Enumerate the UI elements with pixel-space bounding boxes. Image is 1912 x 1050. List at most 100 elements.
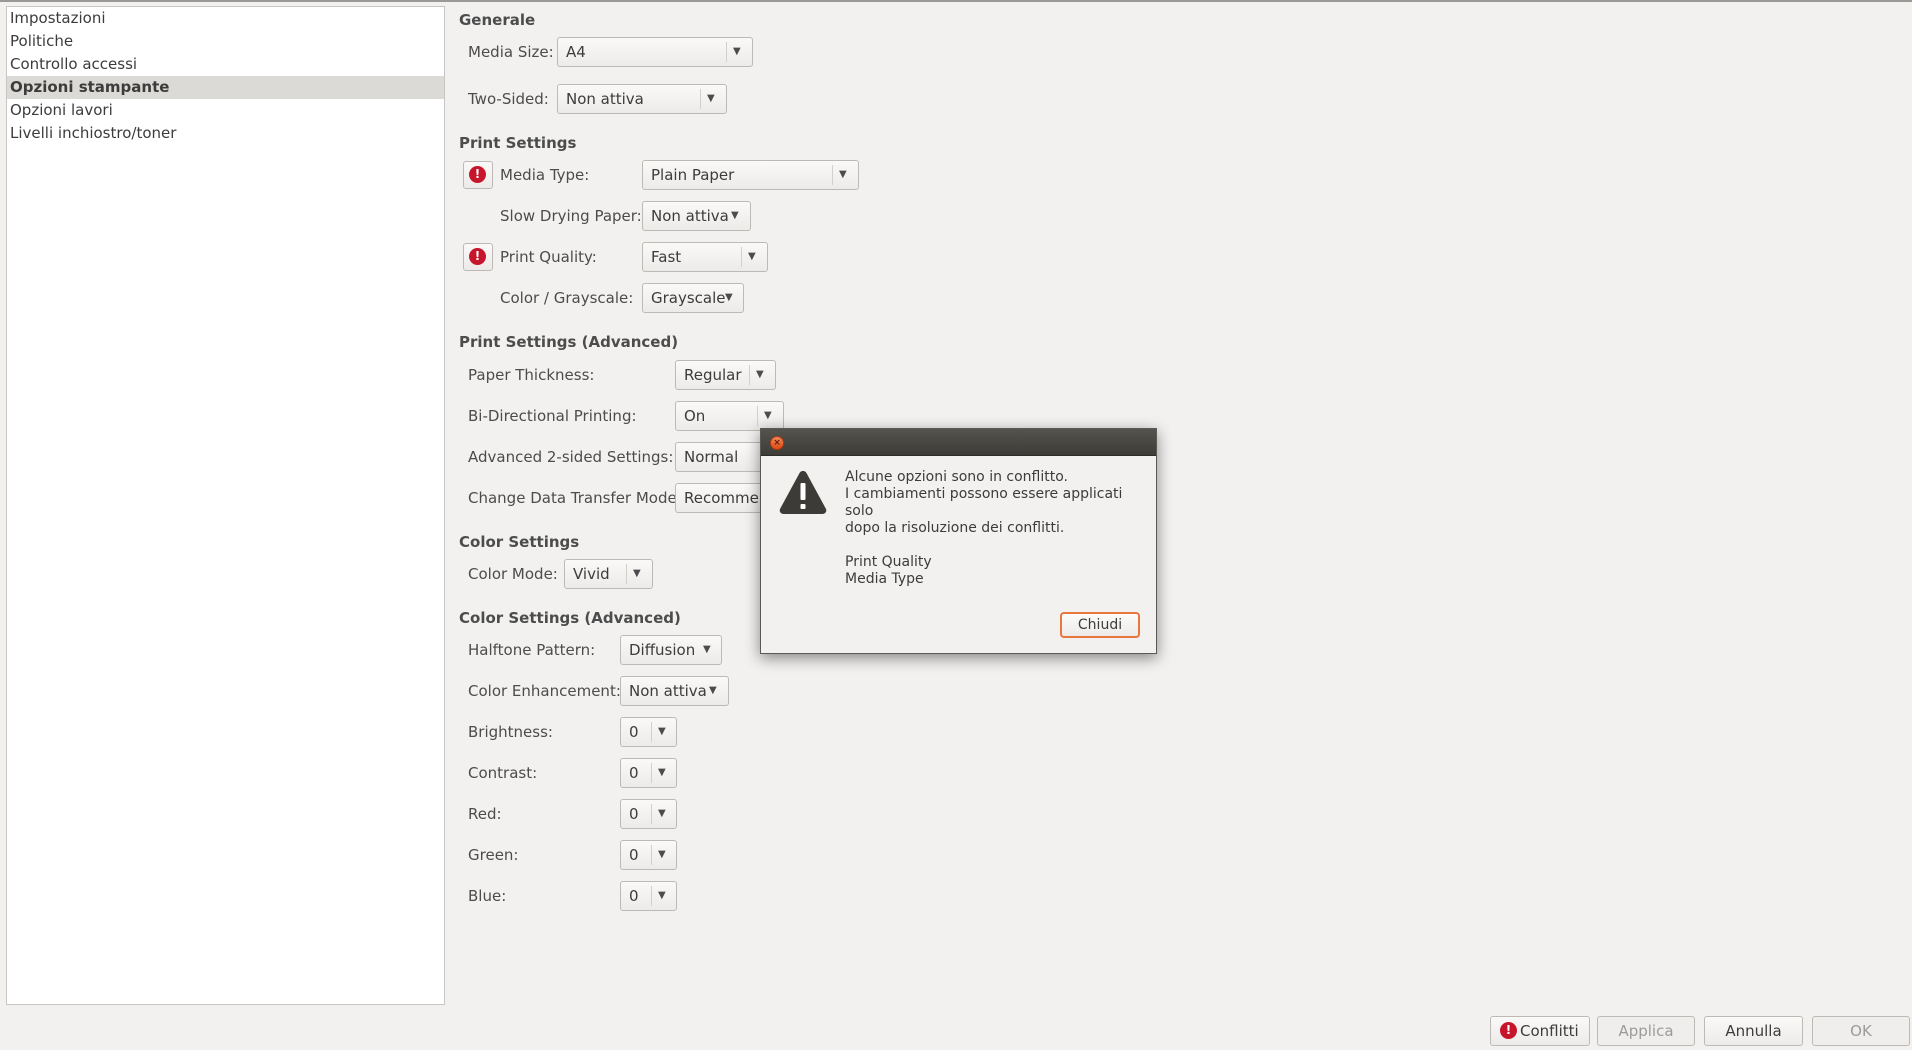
ok-button[interactable]: OK: [1812, 1016, 1910, 1046]
green-label: Green:: [468, 846, 519, 864]
chevron-down-icon: ▼: [748, 251, 756, 262]
combo-separator: [651, 886, 652, 906]
sidebar-item-controllo-accessi[interactable]: Controllo accessi: [7, 53, 444, 76]
red-combo[interactable]: 0 ▼: [620, 799, 677, 829]
dialog-conflict-media-type: Media Type: [845, 571, 924, 587]
color-grayscale-combo[interactable]: Grayscale ▼: [642, 283, 744, 313]
contrast-value: 0: [629, 764, 639, 782]
window-top-border: [0, 0, 1912, 2]
chevron-down-icon: ▼: [764, 410, 772, 421]
print-quality-label: Print Quality:: [500, 248, 597, 266]
blue-label: Blue:: [468, 887, 507, 905]
chevron-down-icon: ▼: [756, 369, 764, 380]
media-size-label: Media Size:: [468, 43, 554, 61]
data-transfer-combo[interactable]: Recommen: [675, 483, 770, 513]
dialog-message: Alcune opzioni sono in conflitto. I camb…: [845, 469, 1150, 588]
chevron-down-icon: ▼: [839, 169, 847, 180]
section-print-settings-title: Print Settings: [459, 134, 577, 152]
brightness-label: Brightness:: [468, 723, 553, 741]
chevron-down-icon: ▼: [731, 210, 739, 221]
halftone-label: Halftone Pattern:: [468, 641, 596, 659]
section-print-advanced-title: Print Settings (Advanced): [459, 333, 679, 351]
chevron-down-icon: ▼: [709, 685, 717, 696]
halftone-combo[interactable]: Diffusion ▼: [620, 635, 722, 665]
conflicts-button[interactable]: ! Conflitti: [1490, 1016, 1590, 1046]
color-mode-label: Color Mode:: [468, 565, 558, 583]
chevron-down-icon: ▼: [658, 767, 666, 778]
adv-2sided-combo[interactable]: Normal: [675, 442, 770, 472]
blue-combo[interactable]: 0 ▼: [620, 881, 677, 911]
paper-thickness-label: Paper Thickness:: [468, 366, 595, 384]
sidebar-item-politiche[interactable]: Politiche: [7, 30, 444, 53]
bidirectional-combo[interactable]: On ▼: [675, 401, 784, 431]
combo-separator: [651, 763, 652, 783]
chevron-down-icon: ▼: [658, 726, 666, 737]
media-type-combo[interactable]: Plain Paper ▼: [642, 160, 859, 190]
media-type-conflict-button[interactable]: !: [463, 161, 493, 189]
two-sided-value: Non attiva: [566, 90, 644, 108]
combo-separator: [626, 564, 627, 584]
paper-thickness-combo[interactable]: Regular ▼: [675, 360, 776, 390]
combo-separator: [749, 365, 750, 385]
combo-separator: [726, 42, 727, 62]
dialog-message-line3: dopo la risoluzione dei conflitti.: [845, 520, 1065, 536]
media-size-value: A4: [566, 43, 586, 61]
enhancement-combo[interactable]: Non attiva ▼: [620, 676, 729, 706]
enhancement-label: Color Enhancement:: [468, 682, 621, 700]
chevron-down-icon: ▼: [658, 808, 666, 819]
chevron-down-icon: ▼: [658, 890, 666, 901]
chevron-down-icon: ▼: [658, 849, 666, 860]
combo-separator: [700, 89, 701, 109]
data-transfer-value: Recommen: [684, 489, 769, 507]
combo-separator: [832, 165, 833, 185]
color-mode-combo[interactable]: Vivid ▼: [564, 559, 653, 589]
dialog-message-line1: Alcune opzioni sono in conflitto.: [845, 469, 1068, 485]
dialog-conflict-print-quality: Print Quality: [845, 554, 932, 570]
close-button[interactable]: Chiudi: [1060, 612, 1140, 638]
dialog-titlebar[interactable]: ×: [761, 429, 1156, 456]
media-type-value: Plain Paper: [651, 166, 735, 184]
conflict-dialog: × Alcune opzioni sono in conflitto. I ca…: [760, 428, 1157, 654]
brightness-combo[interactable]: 0 ▼: [620, 717, 677, 747]
close-icon[interactable]: ×: [770, 436, 784, 450]
exclamation-icon: !: [469, 248, 486, 265]
combo-separator: [741, 247, 742, 267]
print-quality-conflict-button[interactable]: !: [463, 243, 493, 271]
color-grayscale-value: Grayscale: [651, 289, 726, 307]
print-quality-combo[interactable]: Fast ▼: [642, 242, 768, 272]
print-quality-value: Fast: [651, 248, 682, 266]
sidebar: Impostazioni Politiche Controllo accessi…: [6, 6, 445, 1005]
brightness-value: 0: [629, 723, 639, 741]
exclamation-icon: !: [1500, 1022, 1517, 1039]
bidirectional-value: On: [684, 407, 706, 425]
green-combo[interactable]: 0 ▼: [620, 840, 677, 870]
warning-triangle-icon: [778, 469, 828, 519]
conflicts-button-label: Conflitti: [1520, 1022, 1579, 1040]
apply-button[interactable]: Applica: [1597, 1016, 1695, 1046]
exclamation-icon: !: [469, 166, 486, 183]
section-color-advanced-title: Color Settings (Advanced): [459, 609, 681, 627]
two-sided-label: Two-Sided:: [468, 90, 549, 108]
sidebar-item-impostazioni[interactable]: Impostazioni: [7, 7, 444, 30]
chevron-down-icon: ▼: [725, 292, 733, 303]
chevron-down-icon: ▼: [633, 568, 641, 579]
slow-drying-combo[interactable]: Non attiva ▼: [642, 201, 751, 231]
chevron-down-icon: ▼: [707, 93, 715, 104]
media-size-combo[interactable]: A4 ▼: [557, 37, 753, 67]
sidebar-item-opzioni-lavori[interactable]: Opzioni lavori: [7, 99, 444, 122]
sidebar-item-livelli-inchiostro[interactable]: Livelli inchiostro/toner: [7, 122, 444, 145]
two-sided-combo[interactable]: Non attiva ▼: [557, 84, 727, 114]
blue-value: 0: [629, 887, 639, 905]
cancel-button[interactable]: Annulla: [1704, 1016, 1803, 1046]
data-transfer-label: Change Data Transfer Mode:: [468, 489, 682, 507]
slow-drying-value: Non attiva: [651, 207, 729, 225]
contrast-combo[interactable]: 0 ▼: [620, 758, 677, 788]
halftone-value: Diffusion: [629, 641, 696, 659]
contrast-label: Contrast:: [468, 764, 538, 782]
enhancement-value: Non attiva: [629, 682, 707, 700]
green-value: 0: [629, 846, 639, 864]
chevron-down-icon: ▼: [733, 46, 741, 57]
red-value: 0: [629, 805, 639, 823]
sidebar-item-opzioni-stampante[interactable]: Opzioni stampante: [7, 76, 444, 99]
red-label: Red:: [468, 805, 502, 823]
